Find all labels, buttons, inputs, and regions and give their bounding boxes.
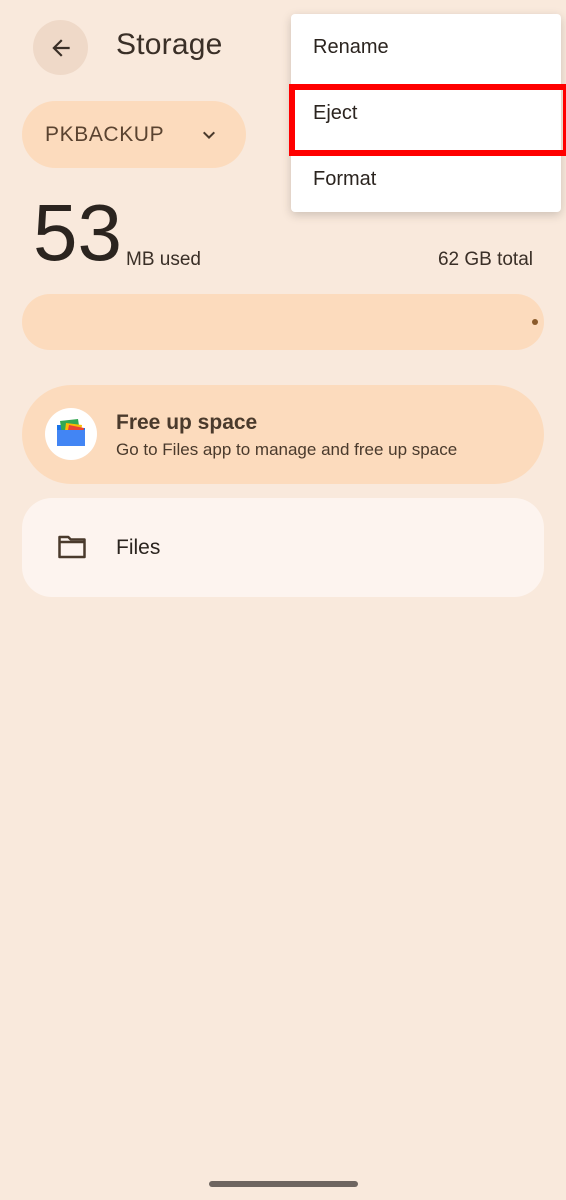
storage-device-selector[interactable]: PKBACKUP bbox=[22, 101, 246, 168]
chevron-down-icon bbox=[203, 131, 215, 139]
menu-item-rename[interactable]: Rename bbox=[291, 14, 561, 80]
files-label: Files bbox=[116, 536, 161, 559]
used-unit: MB used bbox=[126, 249, 201, 270]
device-name: PKBACKUP bbox=[45, 122, 165, 146]
used-amount: 53 bbox=[33, 188, 122, 277]
free-up-space-card[interactable]: Free up space Go to Files app to manage … bbox=[22, 385, 544, 484]
usage-progress-fill bbox=[532, 319, 538, 325]
back-button[interactable] bbox=[33, 20, 88, 75]
page-title: Storage bbox=[116, 28, 223, 61]
eject-highlight-box bbox=[289, 84, 566, 156]
files-app-icon bbox=[45, 408, 97, 460]
usage-progress-bar bbox=[22, 294, 544, 350]
files-card[interactable]: Files bbox=[22, 498, 544, 597]
free-up-space-subtitle: Go to Files app to manage and free up sp… bbox=[116, 440, 458, 459]
free-up-space-title: Free up space bbox=[116, 411, 258, 434]
gesture-navigation-bar[interactable] bbox=[209, 1181, 358, 1187]
folder-icon bbox=[58, 535, 86, 559]
arrow-back-icon bbox=[51, 38, 70, 57]
total-capacity: 62 GB total bbox=[437, 249, 533, 270]
